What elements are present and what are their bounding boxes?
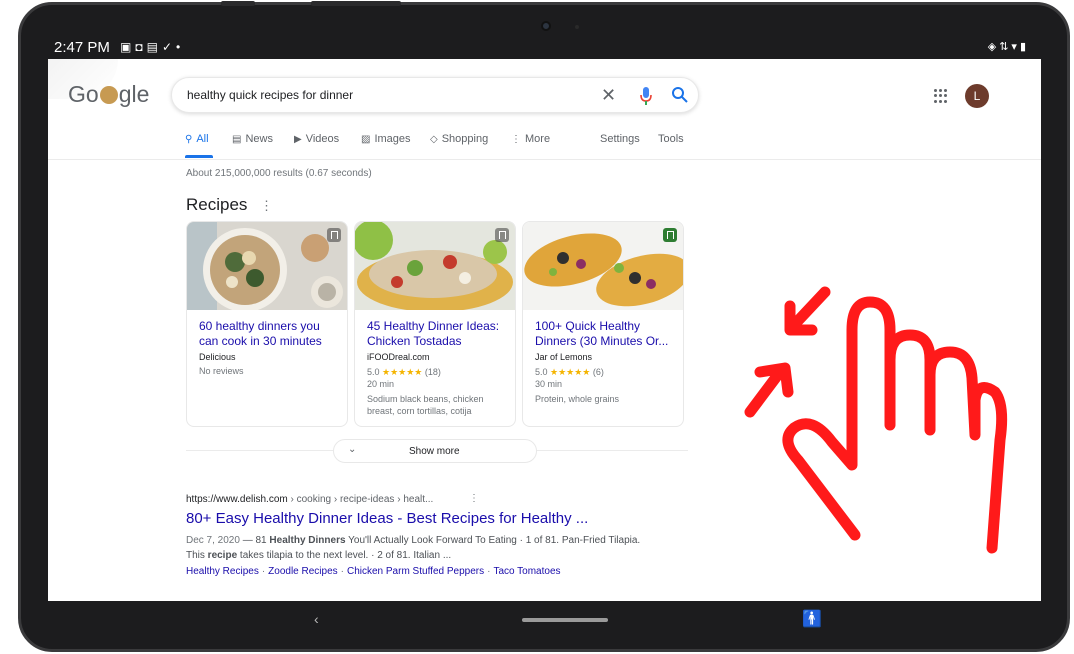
power-button: [311, 1, 401, 6]
video-icon: ▶: [294, 134, 302, 145]
photo-icon: ▤: [146, 40, 162, 54]
tabs-divider: [48, 159, 1041, 160]
bookmark-icon[interactable]: [495, 228, 509, 242]
news-icon: ▤: [232, 134, 242, 145]
recipes-heading: Recipes: [186, 195, 248, 214]
search-icon[interactable]: [671, 86, 689, 104]
active-tab-indicator: [185, 155, 213, 158]
bookmark-icon[interactable]: [327, 228, 341, 242]
browser-screen: Go gle healthy quick recipes for dinner ✕…: [48, 59, 1041, 601]
search-tabs: ⚲ All ▤ News ▶ Videos ▨ Images ◇ Shopping ⋮ Mo…: [185, 133, 705, 159]
more-icon: ⋮: [511, 134, 521, 145]
front-camera: [541, 21, 551, 31]
doodle-icon: [99, 86, 118, 104]
status-time: 2:47 PM: [54, 39, 110, 56]
tab-news[interactable]: ▤ News: [232, 133, 273, 145]
tab-settings[interactable]: Settings: [600, 133, 640, 145]
recipe-image: [355, 222, 515, 310]
recipe-title[interactable]: 100+ Quick Healthy Dinners (30 Minutes O…: [535, 319, 677, 349]
result-url[interactable]: https://www.delish.com › cooking › recip…: [186, 494, 433, 505]
result-sitelinks: Healthy Recipes · Zoodle Recipes · Chicken P…: [186, 566, 561, 577]
recipe-card[interactable]: 100+ Quick Healthy Dinners (30 Minutes O…: [522, 221, 684, 427]
recipe-title[interactable]: 45 Healthy Dinner Ideas: Chicken Tostada…: [367, 319, 509, 349]
result-menu-icon[interactable]: ⋮: [469, 493, 479, 504]
sitelink[interactable]: Chicken Parm Stuffed Peppers: [347, 566, 484, 577]
recipe-ingredients: Sodium black beans, chicken breast, corn…: [367, 394, 484, 416]
bookmark-icon[interactable]: [663, 228, 677, 242]
status-notification-icons: ▣◘▤✓•: [120, 40, 184, 54]
sitelink[interactable]: Taco Tomatoes: [493, 566, 560, 577]
tab-videos[interactable]: ▶ Videos: [294, 133, 339, 145]
clear-icon[interactable]: ✕: [601, 85, 616, 106]
tab-images[interactable]: ▨ Images: [361, 133, 411, 145]
recipe-time: 30 min: [535, 379, 563, 389]
result-snippet: Dec 7, 2020 — 81 Healthy Dinners You'll …: [186, 535, 641, 561]
back-icon[interactable]: ‹: [314, 611, 319, 627]
tab-more[interactable]: ⋮ More: [511, 133, 550, 145]
recipe-card[interactable]: 45 Healthy Dinner Ideas: Chicken Tostada…: [354, 221, 516, 427]
sitelink[interactable]: Zoodle Recipes: [268, 566, 337, 577]
accessibility-icon[interactable]: 🚹: [802, 609, 822, 629]
recipes-more-icon[interactable]: ⋮: [260, 198, 273, 214]
recipe-source: iFOODreal.com: [367, 352, 430, 362]
data-icon: ⇅: [999, 41, 1012, 53]
apps-grid-icon[interactable]: [934, 89, 948, 103]
search-bar[interactable]: healthy quick recipes for dinner ✕: [171, 77, 699, 113]
shield-icon: ◘: [135, 40, 147, 54]
volume-button: [221, 1, 255, 6]
recipe-time: 20 min: [367, 379, 395, 389]
wifi-icon: ▾: [1011, 41, 1020, 53]
check-icon: ✓: [161, 40, 176, 54]
recipe-rating: No reviews: [199, 366, 244, 376]
show-more-button[interactable]: ⌄ Show more: [333, 439, 537, 463]
microphone-icon[interactable]: [639, 86, 653, 106]
recipe-image: [523, 222, 683, 310]
recipe-source: Jar of Lemons: [535, 352, 593, 362]
tab-all[interactable]: ⚲ All: [185, 133, 209, 145]
image-icon: ▨: [361, 134, 371, 145]
tablet-frame: 2:47 PM ▣◘▤✓• ◈⇅▾▮ Go gle healthy quick r…: [18, 1, 1070, 652]
recipe-title[interactable]: 60 healthy dinners you can cook in 30 mi…: [199, 319, 341, 349]
google-logo[interactable]: Go gle: [68, 81, 149, 108]
search-icon: ⚲: [185, 134, 193, 145]
recipe-ingredients: Protein, whole grains: [535, 394, 620, 404]
result-stats: About 215,000,000 results (0.67 seconds): [186, 168, 372, 179]
avatar[interactable]: L: [965, 84, 989, 108]
recipe-source: Delicious: [199, 352, 236, 362]
tab-tools[interactable]: Tools: [658, 133, 684, 145]
status-bar: 2:47 PM ▣◘▤✓• ◈⇅▾▮: [52, 37, 1037, 57]
chevron-down-icon: ⌄: [348, 444, 357, 455]
status-system-icons: ◈⇅▾▮: [988, 40, 1029, 53]
result-title[interactable]: 80+ Easy Healthy Dinner Ideas - Best Rec…: [186, 510, 588, 527]
recipe-card[interactable]: 60 healthy dinners you can cook in 30 mi…: [186, 221, 348, 427]
search-input[interactable]: healthy quick recipes for dinner: [187, 88, 353, 102]
show-more-label: Show more: [409, 446, 460, 457]
tab-shopping[interactable]: ◇ Shopping: [430, 133, 488, 145]
dot-icon: •: [176, 40, 185, 54]
recipe-rating: 5.0 ★★★★★ (6): [535, 367, 604, 377]
sitelink[interactable]: Healthy Recipes: [186, 566, 259, 577]
recipe-rating: 5.0 ★★★★★ (18): [367, 367, 441, 377]
image-icon: ▣: [120, 40, 136, 54]
recipe-image: [187, 222, 347, 310]
home-handle[interactable]: [522, 618, 608, 622]
vibrate-icon: ◈: [987, 41, 1000, 53]
light-sensor: [575, 25, 579, 29]
tag-icon: ◇: [430, 134, 438, 145]
battery-icon: ▮: [1019, 41, 1029, 53]
system-nav-bar: ‹ 🚹: [48, 601, 1041, 641]
